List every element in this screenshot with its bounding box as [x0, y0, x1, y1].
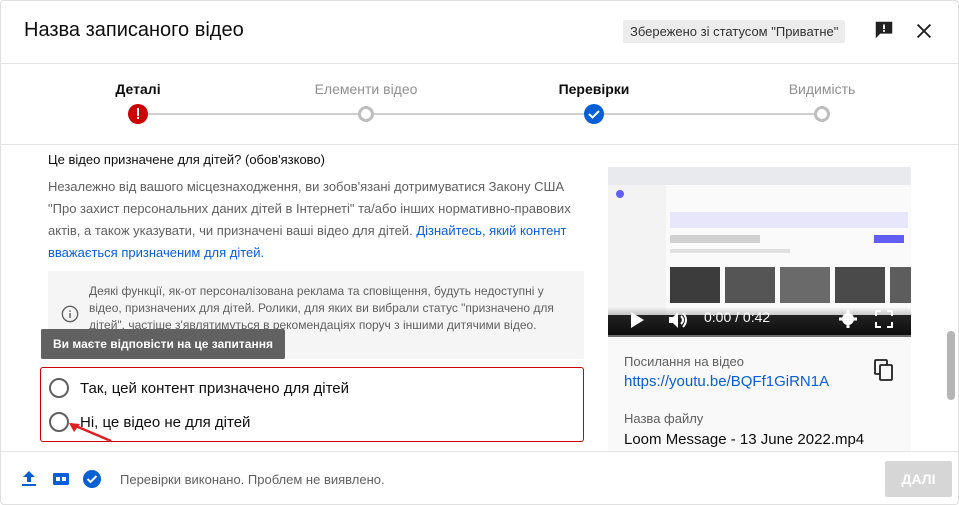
video-link[interactable]: https://youtu.be/BQFf1GiRN1A — [624, 373, 829, 390]
video-time: 0:00 / 0:42 — [704, 309, 771, 325]
audience-radio-group: Так, цей контент призначено для дітей Ні… — [40, 367, 584, 442]
checks-done-icon[interactable] — [82, 469, 102, 489]
video-preview-panel: 0:00 / 0:42 Посилання на відео https://y… — [608, 167, 911, 451]
info-text: Деякі функції, як-от персоналізована рек… — [89, 284, 554, 332]
radio-label: Так, цей контент призначено для дітей — [80, 379, 350, 397]
fullscreen-icon[interactable] — [875, 310, 893, 328]
dialog-header: Назва записаного відео Збережено зі стат… — [1, 1, 958, 63]
checks-status-text: Перевірки виконано. Проблем не виявлено. — [120, 472, 385, 487]
close-icon[interactable] — [913, 20, 935, 42]
step-video-elements[interactable]: Елементи відео — [315, 81, 418, 97]
radio-button[interactable] — [49, 378, 69, 398]
annotation-arrow-icon — [69, 422, 112, 443]
video-progress-bar[interactable] — [608, 335, 911, 337]
step-pending-icon[interactable] — [814, 106, 830, 122]
file-name-label: Назва файлу — [624, 411, 704, 426]
required-tooltip: Ви маєте відповісти на це запитання — [41, 329, 285, 359]
hd-processing-icon[interactable] — [51, 469, 71, 489]
video-player[interactable]: 0:00 / 0:42 — [608, 167, 911, 337]
save-status-chip: Збережено зі статусом "Приватне" — [623, 20, 846, 43]
next-button[interactable]: ДАЛІ — [885, 461, 952, 497]
scrollbar-thumb[interactable] — [947, 331, 955, 400]
step-visibility[interactable]: Видимість — [789, 81, 856, 97]
upload-icon[interactable] — [19, 469, 39, 489]
step-checks[interactable]: Перевірки — [559, 81, 630, 97]
video-thumbnail — [608, 167, 911, 315]
play-icon[interactable] — [629, 311, 645, 329]
info-icon — [61, 305, 79, 323]
dialog-title: Назва записаного відео — [24, 19, 244, 41]
step-details[interactable]: Деталі — [115, 81, 160, 97]
settings-gear-icon[interactable] — [838, 309, 858, 329]
feedback-icon[interactable] — [873, 19, 895, 41]
step-pending-icon[interactable] — [358, 106, 374, 122]
radio-made-for-kids[interactable]: Так, цей контент призначено для дітей — [49, 375, 349, 401]
progress-stepper: Деталі Елементи відео Перевірки Видиміст… — [1, 63, 958, 145]
dialog-footer: Перевірки виконано. Проблем не виявлено.… — [1, 451, 958, 504]
stepper-track — [138, 113, 822, 115]
step-check-icon[interactable] — [584, 104, 604, 124]
step-error-icon[interactable] — [128, 104, 148, 124]
upload-dialog: Назва записаного відео Збережено зі стат… — [0, 0, 959, 505]
file-name: Loom Message - 13 June 2022.mp4 — [624, 431, 865, 448]
details-content: Це відео призначене для дітей? (обов'язк… — [1, 146, 958, 451]
volume-icon[interactable] — [668, 310, 690, 330]
audience-description: Незалежно від вашого місцезнаходження, в… — [48, 176, 588, 264]
video-link-label: Посилання на відео — [624, 354, 745, 369]
copy-icon[interactable] — [872, 358, 896, 382]
audience-heading: Це відео призначене для дітей? (обов'язк… — [48, 152, 325, 167]
